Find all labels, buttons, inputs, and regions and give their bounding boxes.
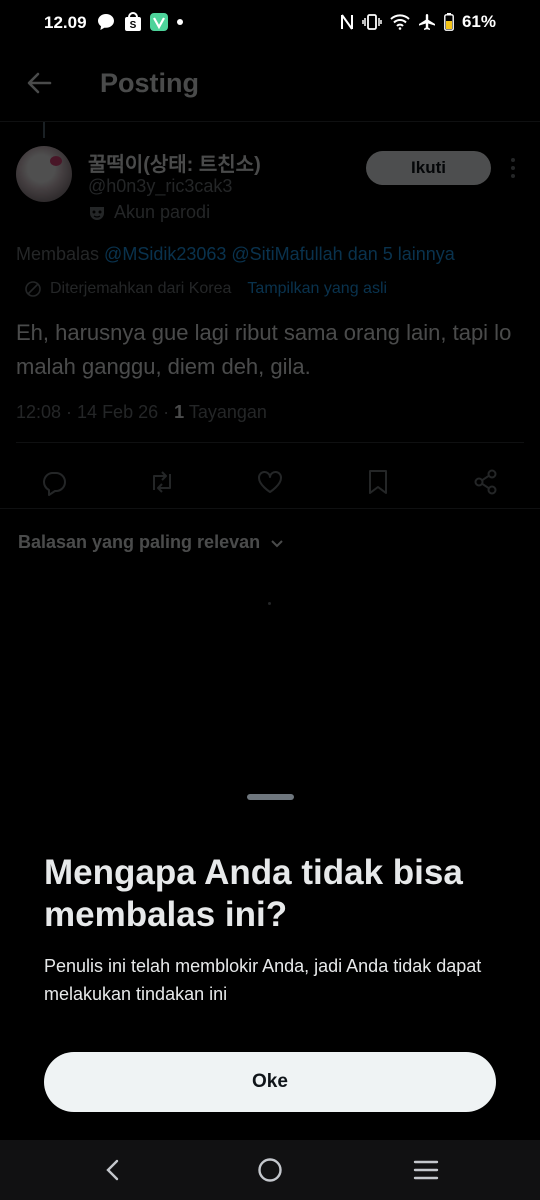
wifi-icon: [390, 14, 410, 30]
top-bar: Posting: [0, 46, 540, 122]
page-title: Posting: [100, 68, 199, 98]
share-button[interactable]: [470, 466, 502, 498]
reply-icon: [43, 472, 66, 496]
reply-context: Membalas @MSidik23063 @SitiMafullah dan …: [16, 244, 455, 265]
more-vertical-icon: [511, 158, 515, 178]
menu-lines-icon: [413, 1160, 439, 1180]
shopee-icon: S: [124, 12, 142, 32]
bookmark-icon: [369, 470, 387, 494]
reply-prefix: Membalas: [16, 244, 100, 264]
status-bar: 12.09 S 61%: [0, 0, 540, 46]
battery-percent: 61%: [461, 12, 496, 31]
sheet-message: Penulis ini telah memblokir Anda, jadi A…: [44, 956, 482, 1004]
arrow-left-icon: [27, 72, 52, 94]
translate-icon: [25, 281, 41, 297]
battery-icon: [444, 13, 454, 31]
tweet-actions: [0, 458, 540, 506]
repost-button[interactable]: [146, 466, 178, 498]
nav-recents-button[interactable]: [410, 1154, 442, 1186]
nav-back-button[interactable]: [98, 1154, 130, 1186]
follow-button[interactable]: Ikuti: [366, 151, 491, 185]
status-time: 12.09: [44, 13, 87, 32]
mask-icon: [90, 206, 104, 220]
back-button[interactable]: [22, 66, 56, 100]
repost-icon: [153, 471, 171, 493]
user-handle[interactable]: @h0n3y_ric3cak3: [88, 176, 232, 197]
post-page: Posting 꿀떡이(상태: 트친소) @h0n3y_ric3cak3 Aku…: [0, 46, 540, 766]
bottom-sheet: Mengapa Anda tidak bisa membalas ini? Pe…: [0, 780, 540, 1140]
notification-icons: S: [96, 12, 184, 32]
airplane-icon: [418, 13, 436, 31]
nav-home-button[interactable]: [254, 1154, 286, 1186]
divider: [16, 442, 524, 443]
sheet-title: Mengapa Anda tidak bisa membalas ini?: [44, 853, 463, 934]
translation-row: Diterjemahkan dari Korea Tampilkan yang …: [24, 280, 387, 298]
loading-indicator: [268, 602, 271, 605]
sheet-grabber[interactable]: [247, 794, 294, 800]
heart-icon: [258, 471, 282, 493]
nfc-icon: [340, 13, 354, 31]
dot-icon: [176, 18, 184, 26]
chat-bubble-icon: [96, 12, 116, 32]
tweet-meta: 12:08 · 14 Feb 26 · 1 Tayangan: [16, 402, 267, 423]
vibrate-icon: [362, 13, 382, 31]
views-label: Tayangan: [188, 402, 267, 422]
reply-mentions-link[interactable]: @MSidik23063 @SitiMafullah dan 5 lainnya: [104, 244, 455, 264]
thread-connector: [43, 122, 45, 138]
display-name[interactable]: 꿀떡이(상태: 트친소): [88, 148, 261, 177]
parody-badge: Akun parodi: [88, 202, 210, 223]
vpn-app-icon: [150, 13, 168, 31]
ok-button[interactable]: Oke: [44, 1052, 496, 1112]
show-original-link[interactable]: Tampilkan yang asli: [247, 280, 387, 298]
circle-home-icon: [258, 1158, 282, 1182]
parody-label: Akun parodi: [114, 202, 211, 222]
svg-text:S: S: [130, 20, 137, 31]
reply-sort-label: Balasan yang paling relevan: [18, 532, 261, 552]
like-button[interactable]: [254, 466, 286, 498]
bookmark-button[interactable]: [362, 466, 394, 498]
avatar[interactable]: [16, 146, 72, 202]
share-icon: [474, 469, 497, 495]
tweet-timestamp[interactable]: 12:08 · 14 Feb 26 ·: [16, 402, 174, 422]
tweet-text: Eh, harusnya gue lagi ribut sama orang l…: [16, 320, 512, 379]
navigation-bar: [0, 1140, 540, 1200]
system-icons: 61%: [340, 12, 496, 32]
chevron-left-icon: [106, 1159, 119, 1181]
reply-button[interactable]: [38, 466, 70, 498]
reply-sort-dropdown[interactable]: Balasan yang paling relevan: [18, 532, 286, 553]
divider: [0, 508, 540, 509]
more-options-button[interactable]: [505, 154, 521, 182]
views-count: 1: [174, 402, 185, 422]
chevron-down-icon: [271, 539, 283, 547]
translated-label: Diterjemahkan dari Korea: [50, 280, 232, 297]
